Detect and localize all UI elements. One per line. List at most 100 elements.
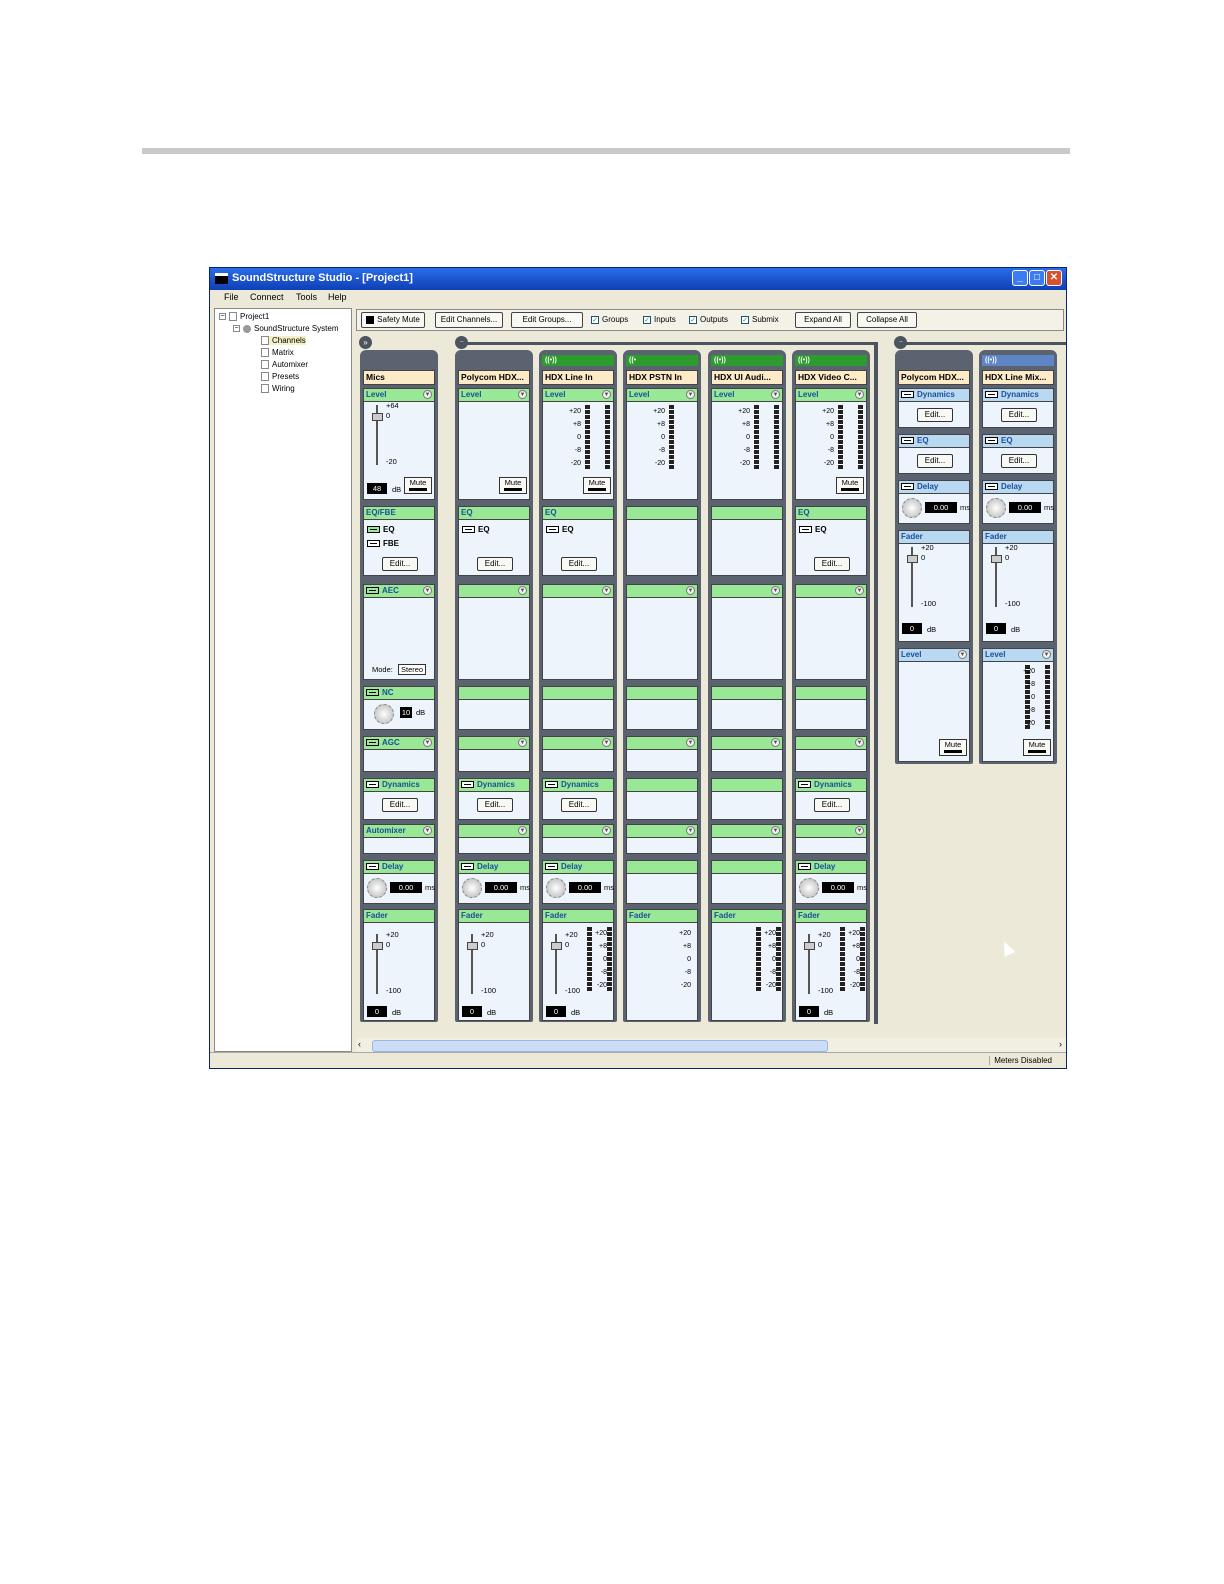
fader-value[interactable]: 0 — [799, 1006, 819, 1017]
channel-name[interactable]: HDX PSTN In — [626, 370, 698, 385]
delay-value[interactable]: 0.00 — [569, 882, 601, 893]
fader-value[interactable]: 0 — [546, 1006, 566, 1017]
nc-value[interactable]: 10 — [400, 707, 412, 718]
section-header[interactable]: ▼ — [796, 737, 866, 750]
section-header[interactable]: ▼ — [796, 825, 866, 838]
section-header[interactable] — [712, 507, 782, 520]
scroll-right-icon[interactable]: › — [1059, 1039, 1062, 1049]
edit-groups-button[interactable]: Edit Groups... — [511, 312, 583, 328]
section-header[interactable]: ▼ — [459, 825, 529, 838]
channel-name[interactable]: HDX Video C... — [795, 370, 867, 385]
outputs-checkbox[interactable]: ✓ Outputs — [689, 315, 728, 324]
mode-select[interactable]: Stereo — [398, 664, 427, 675]
enable-toggle[interactable] — [366, 689, 379, 697]
channel-name[interactable]: Mics — [363, 370, 435, 385]
edit-button[interactable]: Edit... — [561, 557, 597, 571]
fader-handle[interactable] — [372, 413, 383, 421]
section-header[interactable]: ▼ — [459, 737, 529, 750]
fader-value[interactable]: 0 — [367, 1006, 387, 1017]
edit-channels-button[interactable]: Edit Channels... — [435, 312, 503, 328]
section-header[interactable] — [712, 687, 782, 700]
expand-chevron-icon[interactable]: ▼ — [602, 738, 611, 747]
expand-chevron-icon[interactable]: ▼ — [518, 826, 527, 835]
collapse-all-button[interactable]: Collapse All — [857, 312, 917, 328]
enable-toggle[interactable] — [461, 781, 474, 789]
expand-chevron-icon[interactable]: ▼ — [958, 650, 967, 659]
enable-toggle[interactable] — [901, 437, 914, 445]
eq-toggle[interactable]: EQ — [799, 525, 827, 534]
scrollbar-thumb[interactable] — [372, 1040, 828, 1052]
section-header[interactable]: Delay — [796, 861, 866, 874]
expand-chevron-icon[interactable]: ▼ — [602, 390, 611, 399]
scroll-left-icon[interactable]: ‹ — [358, 1039, 361, 1049]
fader-handle[interactable] — [804, 942, 815, 950]
expand-chevron-icon[interactable]: ▼ — [855, 738, 864, 747]
section-header[interactable]: NC — [364, 687, 434, 700]
section-header[interactable]: ▼ — [627, 585, 697, 598]
expand-chevron-icon[interactable]: ▼ — [771, 586, 780, 595]
expand-chevron-icon[interactable]: ▼ — [602, 586, 611, 595]
edit-button[interactable]: Edit... — [477, 557, 513, 571]
close-icon[interactable]: ✕ — [1046, 270, 1062, 286]
edit-button[interactable]: Edit... — [917, 408, 953, 422]
section-header[interactable]: Fader — [983, 531, 1053, 544]
section-header[interactable]: Fader — [459, 910, 529, 923]
section-header[interactable]: Delay — [983, 481, 1053, 494]
fader-handle[interactable] — [467, 942, 478, 950]
section-header[interactable] — [712, 779, 782, 792]
section-header[interactable]: AEC ▼ — [364, 585, 434, 598]
expand-chevron-icon[interactable]: ▼ — [686, 826, 695, 835]
section-header[interactable]: ▼ — [712, 737, 782, 750]
edit-button[interactable]: Edit... — [477, 798, 513, 812]
mute-button[interactable]: Mute — [939, 739, 967, 756]
section-header[interactable]: Fader — [627, 910, 697, 923]
expand-chevron-icon[interactable]: ▼ — [518, 390, 527, 399]
mute-button[interactable]: Mute — [404, 477, 432, 494]
channel-name[interactable]: HDX UI Audi... — [711, 370, 783, 385]
fbe-toggle[interactable]: FBE — [367, 539, 399, 548]
eq-toggle[interactable]: EQ — [462, 525, 490, 534]
section-header[interactable]: Fader — [796, 910, 866, 923]
channel-name[interactable]: Polycom HDX... — [898, 370, 970, 385]
expand-group-icon[interactable]: » — [359, 336, 372, 349]
delay-knob[interactable] — [462, 878, 482, 898]
enable-toggle[interactable] — [545, 781, 558, 789]
enable-toggle[interactable] — [901, 483, 914, 491]
edit-button[interactable]: Edit... — [814, 557, 850, 571]
expand-chevron-icon[interactable]: ▼ — [423, 586, 432, 595]
safety-mute-button[interactable]: Safety Mute — [361, 312, 425, 328]
mute-button[interactable]: Mute — [1023, 739, 1051, 756]
enable-toggle[interactable] — [985, 437, 998, 445]
fader-value[interactable]: 0 — [462, 1006, 482, 1017]
delay-value[interactable]: 0.00 — [925, 502, 957, 513]
minimize-icon[interactable]: _ — [1012, 270, 1028, 286]
expand-chevron-icon[interactable]: ▼ — [771, 738, 780, 747]
fader-handle[interactable] — [372, 942, 383, 950]
eq-toggle[interactable]: EQ — [367, 525, 395, 534]
nc-knob[interactable] — [374, 704, 394, 724]
channel-name[interactable]: HDX Line In — [542, 370, 614, 385]
section-header[interactable] — [459, 687, 529, 700]
expand-chevron-icon[interactable]: ▼ — [855, 390, 864, 399]
menu-tools[interactable]: Tools — [296, 292, 317, 302]
tree-item-channels[interactable]: Channels — [261, 336, 306, 346]
mute-button[interactable]: Mute — [836, 477, 864, 494]
section-header[interactable] — [627, 507, 697, 520]
expand-chevron-icon[interactable]: ▼ — [771, 390, 780, 399]
expand-chevron-icon[interactable]: ▼ — [423, 738, 432, 747]
section-header[interactable]: ▼ — [712, 825, 782, 838]
section-header[interactable]: Level ▼ — [459, 389, 529, 402]
section-header[interactable]: Level ▼ — [983, 649, 1053, 662]
section-header[interactable] — [627, 861, 697, 874]
section-header[interactable]: Dynamics — [796, 779, 866, 792]
enable-toggle[interactable] — [545, 863, 558, 871]
gain-value[interactable]: 48 — [367, 483, 387, 494]
section-header[interactable]: ▼ — [627, 825, 697, 838]
expand-chevron-icon[interactable]: ▼ — [686, 738, 695, 747]
section-header[interactable]: EQ — [796, 507, 866, 520]
enable-toggle[interactable] — [798, 863, 811, 871]
tree-item-presets[interactable]: Presets — [261, 372, 299, 382]
groups-checkbox[interactable]: ✓ Groups — [591, 315, 628, 324]
expand-chevron-icon[interactable]: ▼ — [855, 586, 864, 595]
section-header[interactable]: Automixer ▼ — [364, 825, 434, 838]
